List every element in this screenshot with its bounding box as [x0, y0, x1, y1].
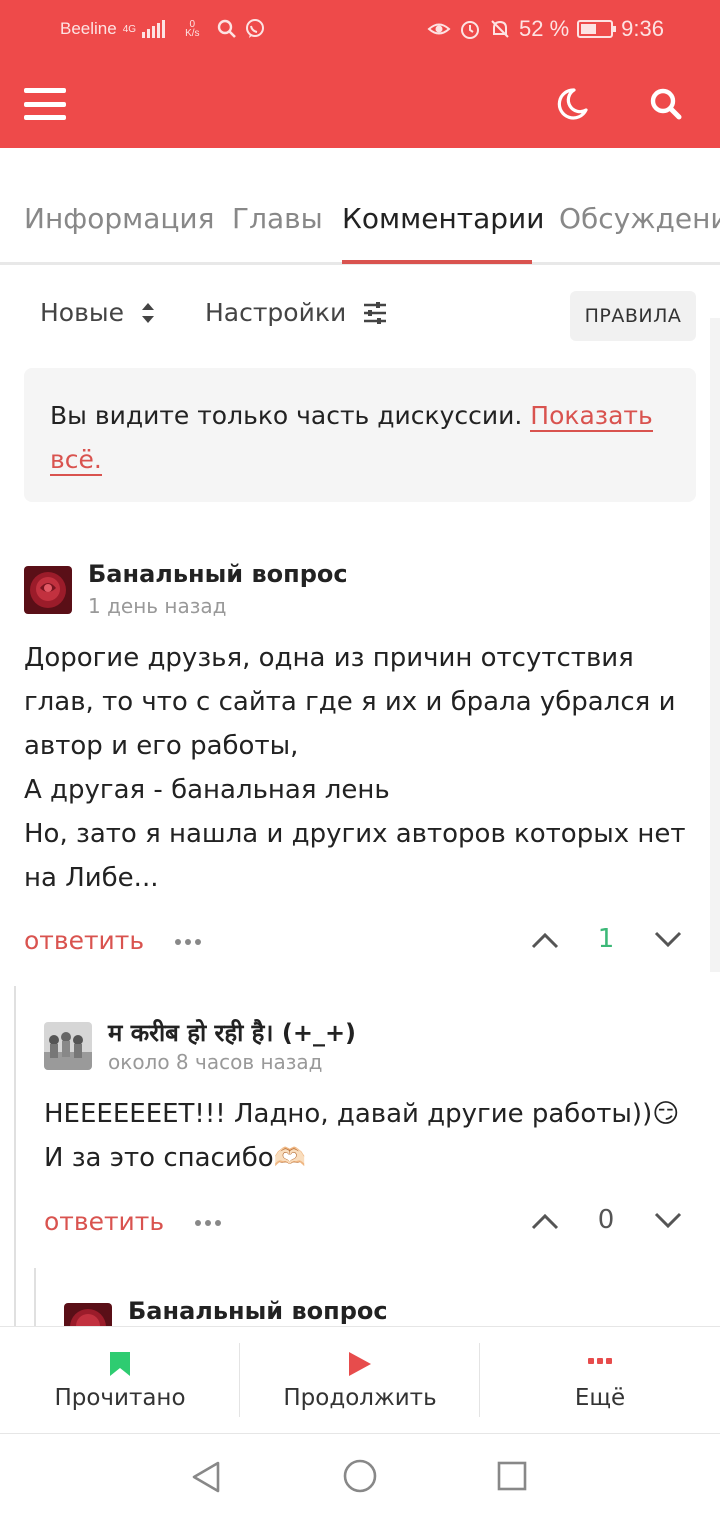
play-icon — [349, 1352, 371, 1376]
rose-avatar-image — [24, 566, 72, 614]
more-label: Ещё — [574, 1385, 626, 1411]
comment-score: 0 — [597, 1205, 615, 1235]
comment-time: около 8 часов назад — [108, 1050, 323, 1074]
downvote-icon[interactable] — [653, 1211, 683, 1231]
section-tabs: Информация Главы Комментарии Обсуждения — [0, 180, 720, 264]
more-button[interactable]: Ещё — [480, 1327, 720, 1435]
comment-line: на Либе... — [24, 863, 159, 893]
more-dots-icon — [588, 1358, 612, 1364]
notice-text: Вы видите только часть дискуссии. — [50, 401, 523, 430]
search-icon[interactable] — [646, 84, 686, 124]
more-options-icon[interactable] — [195, 1220, 221, 1226]
sort-dropdown[interactable]: Новые — [40, 298, 156, 327]
search-status-icon — [217, 19, 236, 38]
comment-author[interactable]: Банальный вопрос — [88, 560, 348, 588]
upvote-icon[interactable] — [530, 1211, 560, 1231]
rules-button[interactable]: ПРАВИЛА — [570, 291, 696, 341]
battery-icon — [577, 20, 617, 38]
sort-label: Новые — [40, 298, 124, 327]
home-circle-icon[interactable] — [343, 1459, 377, 1493]
comment-author[interactable]: Банальный вопрос — [128, 1297, 388, 1325]
comment-line: Дорогие друзья, одна из причин отсутстви… — [24, 643, 634, 673]
avatar[interactable] — [64, 1303, 112, 1326]
comment-body: Дорогие друзья, одна из причин отсутстви… — [24, 636, 704, 900]
upvote-icon[interactable] — [530, 930, 560, 950]
hamburger-icon[interactable] — [24, 88, 66, 120]
network-speed: 0 K/s — [185, 20, 200, 39]
settings-label: Настройки — [205, 298, 347, 327]
bookmark-icon — [110, 1352, 130, 1376]
rose-avatar-image — [64, 1303, 112, 1326]
tab-comments[interactable]: Комментарии — [342, 202, 544, 235]
battery-percent: 52 % — [519, 16, 570, 41]
mute-bell-icon — [491, 20, 509, 38]
status-bar: Beeline 4G 0 K/s 52 % 9:36 — [0, 0, 720, 62]
comment-line: А другая - банальная лень — [24, 775, 390, 805]
active-tab-indicator — [342, 260, 532, 264]
comment-line: И за это спасибо🫶🏻 — [44, 1143, 307, 1173]
clock: 9:36 — [621, 16, 664, 41]
thread-line — [34, 1268, 36, 1326]
continue-label: Продолжить — [283, 1385, 437, 1411]
viber-icon — [245, 19, 264, 38]
settings-button[interactable]: Настройки — [205, 298, 388, 327]
tab-information[interactable]: Информация — [24, 202, 214, 235]
comment-line: автор и его работы, — [24, 731, 299, 761]
system-navigation-bar — [0, 1434, 720, 1520]
battery-fill — [581, 24, 596, 34]
thread-line — [14, 986, 16, 1326]
carrier-name: Beeline — [60, 19, 117, 38]
reply-link[interactable]: ответить — [24, 926, 144, 955]
status-right: 52 % 9:36 — [427, 16, 664, 42]
speed-unit: K/s — [185, 28, 200, 39]
comment-author[interactable]: म करीब हो रही है। (+_+) — [108, 1016, 356, 1049]
comment-line: НЕЕЕЕЕЕЕТ!!! Ладно, давай другие работы)… — [44, 1099, 680, 1129]
sliders-icon — [364, 301, 387, 324]
avatar[interactable] — [44, 1022, 92, 1070]
comment-line: Но, зато я нашла и других авторов которы… — [24, 819, 686, 849]
back-triangle-icon[interactable] — [190, 1460, 222, 1494]
comment-line: глав, то что с сайта где я их и брала уб… — [24, 687, 676, 717]
bottom-action-bar: Прочитано Продолжить Ещё — [0, 1326, 720, 1434]
scroll-track — [710, 318, 720, 972]
comment-score: 1 — [597, 924, 615, 954]
mark-read-label: Прочитано — [54, 1385, 186, 1411]
continue-button[interactable]: Продолжить — [240, 1327, 480, 1435]
app-top-bar: Beeline 4G 0 K/s 52 % 9:36 — [0, 0, 720, 148]
tab-discussions[interactable]: Обсуждения — [559, 202, 720, 235]
downvote-icon[interactable] — [653, 930, 683, 950]
status-left: Beeline 4G 0 K/s — [60, 18, 266, 40]
recents-square-icon[interactable] — [497, 1461, 527, 1491]
moon-icon[interactable] — [552, 84, 592, 124]
network-type: 4G — [122, 23, 137, 35]
avatar[interactable] — [24, 566, 72, 614]
more-options-icon[interactable] — [175, 939, 201, 945]
signal-icon — [142, 20, 166, 38]
comment-time: 1 день назад — [88, 594, 227, 618]
mark-read-button[interactable]: Прочитано — [0, 1327, 240, 1435]
alarm-icon — [461, 21, 480, 39]
reply-link[interactable]: ответить — [44, 1207, 164, 1236]
eye-comfort-icon — [427, 23, 451, 35]
group-avatar-image — [44, 1022, 92, 1070]
partial-discussion-notice: Вы видите только часть дискуссии. Показа… — [24, 368, 696, 502]
comment-body: НЕЕЕЕЕЕЕТ!!! Ладно, давай другие работы)… — [44, 1092, 704, 1180]
sort-arrows-icon — [141, 302, 154, 323]
tab-chapters[interactable]: Главы — [232, 202, 323, 235]
